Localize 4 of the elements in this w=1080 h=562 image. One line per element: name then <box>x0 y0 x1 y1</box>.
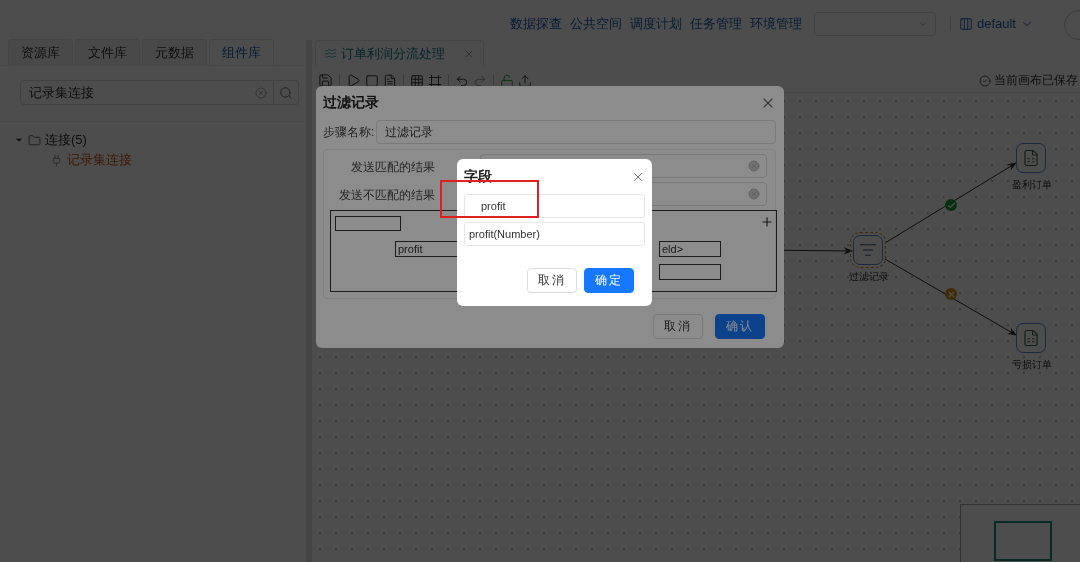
field-label: 步骤名称: <box>323 123 375 141</box>
field-label: 发送不匹配的结果 <box>338 187 436 204</box>
dialog-title: 过滤记录 <box>323 94 379 112</box>
field-label: 发送匹配的结果 <box>350 159 436 176</box>
